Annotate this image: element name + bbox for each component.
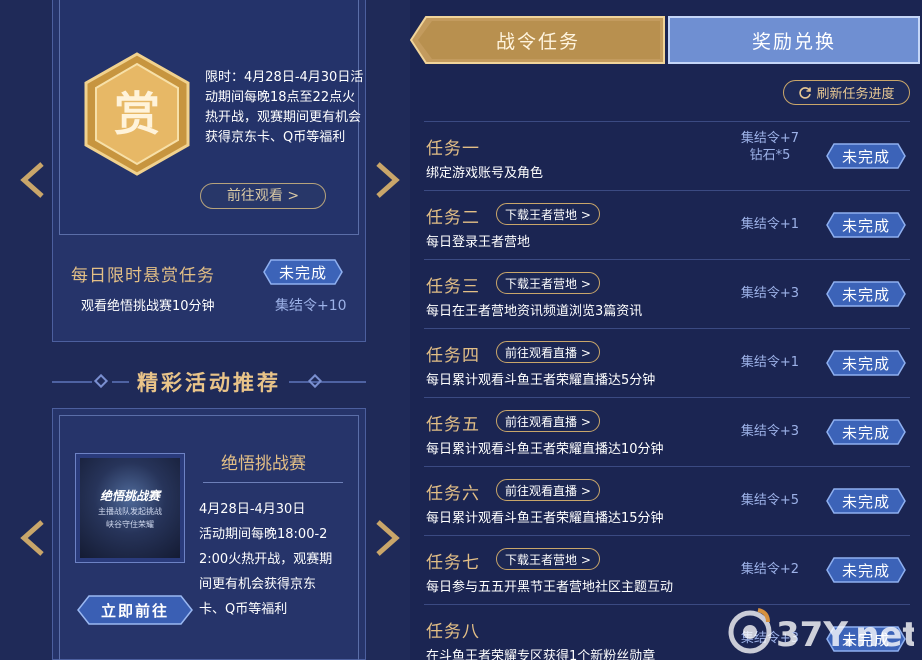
task-status-badge: 未完成 — [826, 557, 906, 583]
task-name: 任务六 — [426, 484, 480, 504]
watermark-text: 37Y.net — [776, 615, 914, 655]
task-row: 任务五 前往观看直播 > 每日累计观看斗鱼王者荣耀直播达10分钟 集结令+3 未… — [424, 397, 910, 466]
task-row: 任务三 下载王者营地 > 每日在王者营地资讯频道浏览3篇资讯 集结令+3 未完成 — [424, 259, 910, 328]
task-name: 任务七 — [426, 553, 480, 573]
tab-reward-exchange[interactable]: 奖励兑换 — [668, 16, 920, 64]
task-row: 任务六 前往观看直播 > 每日累计观看斗鱼王者荣耀直播达15分钟 集结令+5 未… — [424, 466, 910, 535]
task-row: 任务一 绑定游戏账号及角色 集结令+7 钻石*5 未完成 — [424, 121, 910, 190]
thumbnail-subtitle: 主播战队发起挑战 — [98, 506, 162, 516]
task-name: 任务二 — [426, 208, 480, 228]
refresh-progress-button[interactable]: 刷新任务进度 — [783, 80, 910, 105]
task-desc: 每日在王者营地资讯频道浏览3篇资讯 — [426, 304, 643, 319]
task-link-button[interactable]: 前往观看直播 > — [496, 479, 600, 501]
task-link-button[interactable]: 下载王者营地 > — [496, 203, 600, 225]
daily-bounty-reward: 集结令+10 — [275, 298, 347, 314]
watch-now-button[interactable]: 前往观看 > — [200, 183, 326, 209]
task-desc: 每日累计观看斗鱼王者荣耀直播达5分钟 — [426, 373, 656, 388]
task-name: 任务四 — [426, 346, 480, 366]
bounty-description: 限时：4月28日-4月30日活动期间每晚18点至22点火热开战，观赛期间更有机会… — [205, 70, 364, 145]
bounty-hex-badge: 赏 — [84, 52, 190, 176]
task-reward: 集结令+1 — [740, 217, 800, 232]
task-reward: 集结令+5 — [740, 493, 800, 508]
task-desc: 每日登录王者营地 — [426, 235, 531, 250]
task-link-button[interactable]: 下载王者营地 > — [496, 548, 600, 570]
diamond-icon — [307, 373, 323, 389]
task-link-button[interactable]: 前往观看直播 > — [496, 341, 600, 363]
activity-prev-arrow[interactable] — [18, 518, 48, 558]
bounty-info-panel: 赏 限时：4月28日-4月30日活动期间每晚18点至22点火热开战，观赛期间更有… — [59, 0, 363, 235]
daily-bounty-desc: 观看绝悟挑战赛10分钟 — [81, 299, 215, 314]
daily-status-badge: 未完成 — [263, 259, 343, 285]
bounty-prev-arrow[interactable] — [18, 160, 48, 200]
thumbnail-image: 绝悟挑战赛 主播战队发起挑战 峡谷守住荣耀 — [80, 458, 180, 558]
badge-char: 赏 — [114, 87, 160, 141]
thumbnail-title: 绝悟挑战赛 — [99, 488, 160, 503]
refresh-icon — [799, 86, 812, 99]
task-row: 任务七 下载王者营地 > 每日参与五五开黑节王者营地社区主题互动 集结令+2 未… — [424, 535, 910, 604]
bounty-next-arrow[interactable] — [372, 160, 402, 200]
chevron-right-icon — [376, 520, 400, 556]
task-desc: 绑定游戏账号及角色 — [426, 166, 544, 181]
task-status-badge: 未完成 — [826, 143, 906, 169]
task-status-badge: 未完成 — [826, 212, 906, 238]
task-desc: 每日累计观看斗鱼王者荣耀直播达15分钟 — [426, 511, 664, 526]
task-name: 任务三 — [426, 277, 480, 297]
task-row: 任务四 前往观看直播 > 每日累计观看斗鱼王者荣耀直播达5分钟 集结令+1 未完… — [424, 328, 910, 397]
task-desc: 每日参与五五开黑节王者营地社区主题互动 — [426, 580, 674, 595]
activity-description: 4月28日-4月30日 活动期间每晚18:00-2 2:00火热开战，观赛期 间… — [199, 502, 333, 617]
task-status-badge: 未完成 — [826, 419, 906, 445]
task-link-button[interactable]: 前往观看直播 > — [496, 410, 600, 432]
tab-battle-pass-tasks[interactable]: 战令任务 — [410, 16, 666, 64]
bounty-card: 赏 限时：4月28日-4月30日活动期间每晚18点至22点火热开战，观赛期间更有… — [52, 0, 366, 342]
activity-next-arrow[interactable] — [372, 518, 402, 558]
heading-divider — [52, 381, 92, 383]
chevron-right-icon — [376, 162, 400, 198]
activity-title-underline — [203, 482, 343, 483]
task-name: 任务八 — [426, 622, 480, 642]
task-name: 任务五 — [426, 415, 480, 435]
task-reward: 集结令+2 — [740, 562, 800, 577]
daily-bounty-title: 每日限时悬赏任务 — [71, 266, 215, 286]
task-reward: 集结令+3 — [740, 424, 800, 439]
task-name: 任务一 — [426, 139, 480, 159]
task-status-badge: 未完成 — [826, 488, 906, 514]
site-watermark: 37Y.net — [724, 604, 919, 656]
activity-card: 绝悟挑战赛 主播战队发起挑战 峡谷守住荣耀 绝悟挑战赛 4月28日-4月30日 … — [52, 408, 366, 660]
thumbnail-subtitle: 峡谷守住荣耀 — [106, 519, 154, 529]
activity-thumbnail[interactable]: 绝悟挑战赛 主播战队发起挑战 峡谷守住荣耀 — [75, 453, 185, 563]
task-reward: 集结令+1 — [740, 355, 800, 370]
task-row: 任务二 下载王者营地 > 每日登录王者营地 集结令+1 未完成 — [424, 190, 910, 259]
go-now-button[interactable]: 立即前往 — [77, 595, 193, 625]
task-link-button[interactable]: 下载王者营地 > — [496, 272, 600, 294]
recommend-section-heading: 精彩活动推荐 — [52, 362, 366, 402]
task-desc: 每日累计观看斗鱼王者荣耀直播达10分钟 — [426, 442, 664, 457]
task-reward: 集结令+7 钻石*5 — [740, 131, 800, 163]
chevron-left-icon — [20, 520, 44, 556]
task-reward: 集结令+3 — [740, 286, 800, 301]
recommend-heading: 精彩活动推荐 — [129, 367, 289, 397]
task-desc: 在斗鱼王者荣耀专区获得1个新粉丝勋章 — [426, 649, 656, 660]
chevron-left-icon — [20, 162, 44, 198]
activity-title: 绝悟挑战赛 — [221, 454, 306, 474]
diamond-icon — [93, 373, 109, 389]
task-status-badge: 未完成 — [826, 350, 906, 376]
task-status-badge: 未完成 — [826, 281, 906, 307]
